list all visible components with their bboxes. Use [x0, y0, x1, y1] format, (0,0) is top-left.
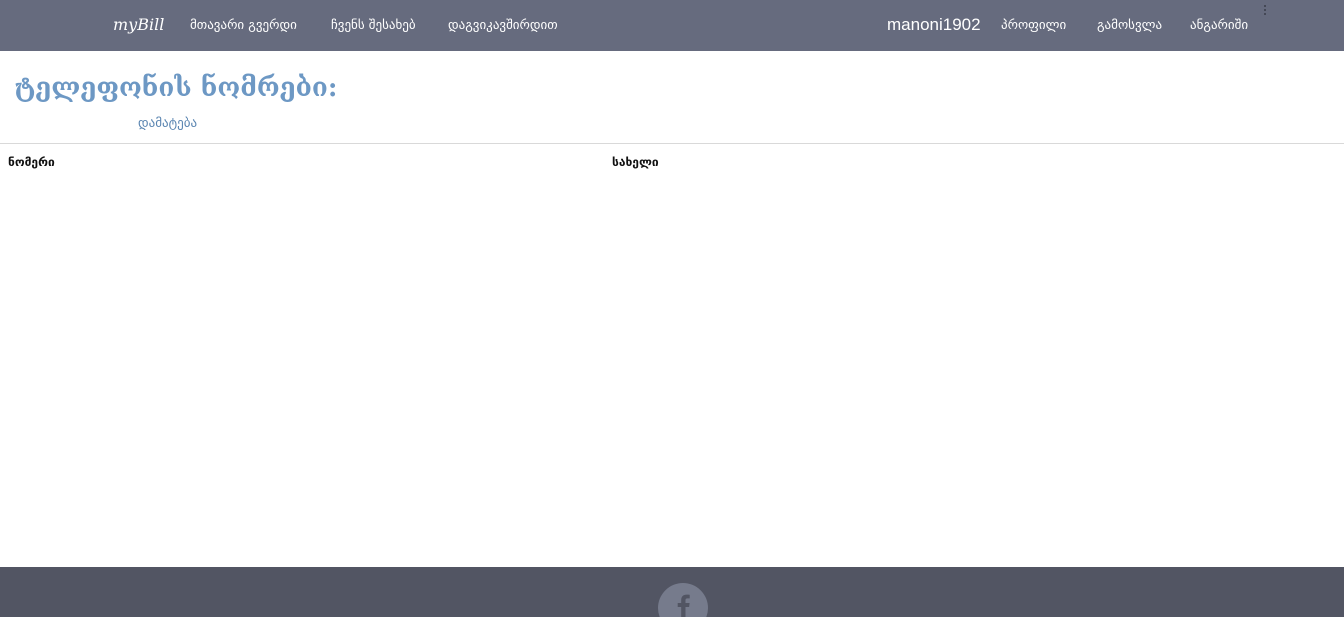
- username-label: manoni1902: [887, 15, 981, 34]
- page-footer: [0, 567, 1344, 617]
- table-header-number: ნომერი: [8, 155, 55, 169]
- nav-link-about[interactable]: ჩვენს შესახებ: [331, 18, 416, 34]
- nav-link-contact[interactable]: დაგვიკავშირდით: [448, 18, 558, 34]
- brand-logo-link[interactable]: myBill: [113, 15, 164, 34]
- table-top-divider: [0, 143, 1344, 144]
- nav-link-home[interactable]: მთავარი გვერდი: [190, 18, 297, 34]
- table-header-name: სახელი: [612, 155, 659, 169]
- more-options-icon[interactable]: [1264, 5, 1268, 17]
- nav-link-logout[interactable]: გამოსვლა: [1097, 18, 1162, 34]
- add-phone-link[interactable]: დამატება: [138, 116, 197, 131]
- top-navbar: myBill მთავარი გვერდი ჩვენს შესახებ დაგვ…: [0, 0, 1344, 51]
- nav-link-profile[interactable]: პროფილი: [1001, 18, 1066, 34]
- page-title: ტელეფონის ნომრები:: [15, 73, 338, 103]
- facebook-link[interactable]: [658, 583, 708, 617]
- facebook-icon: [677, 594, 690, 617]
- nav-link-account[interactable]: ანგარიში: [1190, 18, 1248, 34]
